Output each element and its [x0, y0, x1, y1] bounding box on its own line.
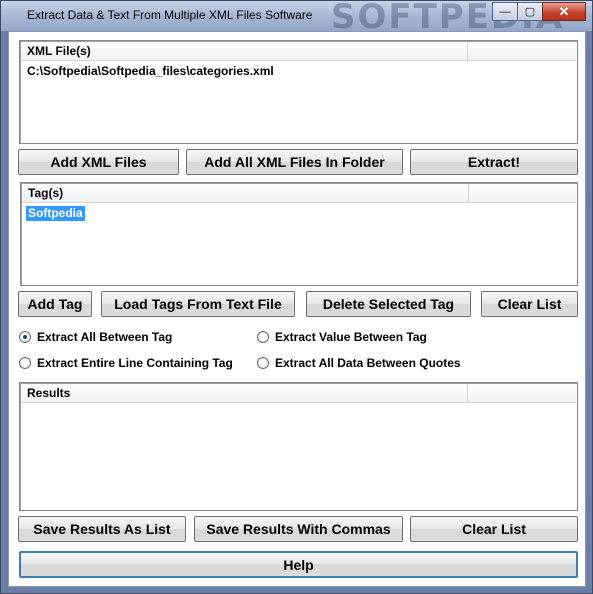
radio-extract-all-between-quotes[interactable]: Extract All Data Between Quotes	[257, 356, 461, 370]
results-column-header-empty[interactable]	[468, 384, 576, 403]
close-button[interactable]: ✕	[542, 2, 586, 21]
radio-extract-value-between-tag[interactable]: Extract Value Between Tag	[257, 330, 427, 344]
tags-column-header[interactable]: Tag(s)	[22, 184, 469, 203]
results-column-header[interactable]: Results	[21, 384, 468, 403]
add-all-xml-files-button[interactable]: Add All XML Files In Folder	[186, 149, 403, 175]
minimize-icon: —	[499, 5, 511, 18]
save-results-with-commas-button[interactable]: Save Results With Commas	[194, 516, 403, 542]
load-tags-button[interactable]: Load Tags From Text File	[101, 291, 295, 317]
minimize-button[interactable]: —	[492, 2, 518, 21]
tags-list[interactable]: Tag(s) Softpedia	[20, 182, 578, 286]
xml-files-column-header[interactable]: XML File(s)	[21, 42, 468, 61]
radio-label: Extract All Data Between Quotes	[275, 356, 461, 370]
radio-extract-entire-line[interactable]: Extract Entire Line Containing Tag	[19, 356, 233, 370]
radio-selected-icon[interactable]	[19, 331, 31, 343]
window-title: Extract Data & Text From Multiple XML Fi…	[27, 8, 313, 22]
radio-label: Extract Entire Line Containing Tag	[37, 356, 233, 370]
list-item[interactable]: Softpedia	[26, 206, 85, 221]
radio-unselected-icon[interactable]	[257, 331, 269, 343]
add-xml-files-button[interactable]: Add XML Files	[18, 149, 179, 175]
close-icon: ✕	[558, 3, 570, 19]
xml-files-list[interactable]: XML File(s) C:\Softpedia\Softpedia_files…	[19, 40, 578, 144]
radio-label: Extract Value Between Tag	[275, 330, 427, 344]
tags-list-header: Tag(s)	[22, 184, 576, 203]
clear-results-button[interactable]: Clear List	[410, 516, 578, 542]
caption-buttons: — ▢ ✕	[492, 2, 586, 21]
client-area: XML File(s) C:\Softpedia\Softpedia_files…	[8, 31, 586, 587]
help-button[interactable]: Help	[19, 551, 578, 578]
add-tag-button[interactable]: Add Tag	[18, 291, 92, 317]
radio-unselected-icon[interactable]	[19, 357, 31, 369]
radio-unselected-icon[interactable]	[257, 357, 269, 369]
clear-tags-button[interactable]: Clear List	[481, 291, 578, 317]
radio-extract-all-between-tag[interactable]: Extract All Between Tag	[19, 330, 172, 344]
save-results-as-list-button[interactable]: Save Results As List	[18, 516, 186, 542]
delete-selected-tag-button[interactable]: Delete Selected Tag	[306, 291, 471, 317]
results-list[interactable]: Results	[19, 382, 578, 511]
list-item[interactable]: C:\Softpedia\Softpedia_files\categories.…	[25, 64, 276, 79]
xml-files-column-header-empty[interactable]	[468, 42, 576, 61]
title-bar[interactable]: SOFTPEDIA Extract Data & Text From Multi…	[1, 1, 592, 31]
extract-button[interactable]: Extract!	[410, 149, 578, 175]
xml-files-list-header: XML File(s)	[21, 42, 576, 61]
maximize-button[interactable]: ▢	[517, 2, 543, 21]
tags-column-header-empty[interactable]	[469, 184, 576, 203]
results-list-header: Results	[21, 384, 576, 403]
app-window: SOFTPEDIA Extract Data & Text From Multi…	[0, 0, 593, 594]
radio-label: Extract All Between Tag	[37, 330, 173, 344]
maximize-icon: ▢	[524, 6, 536, 18]
